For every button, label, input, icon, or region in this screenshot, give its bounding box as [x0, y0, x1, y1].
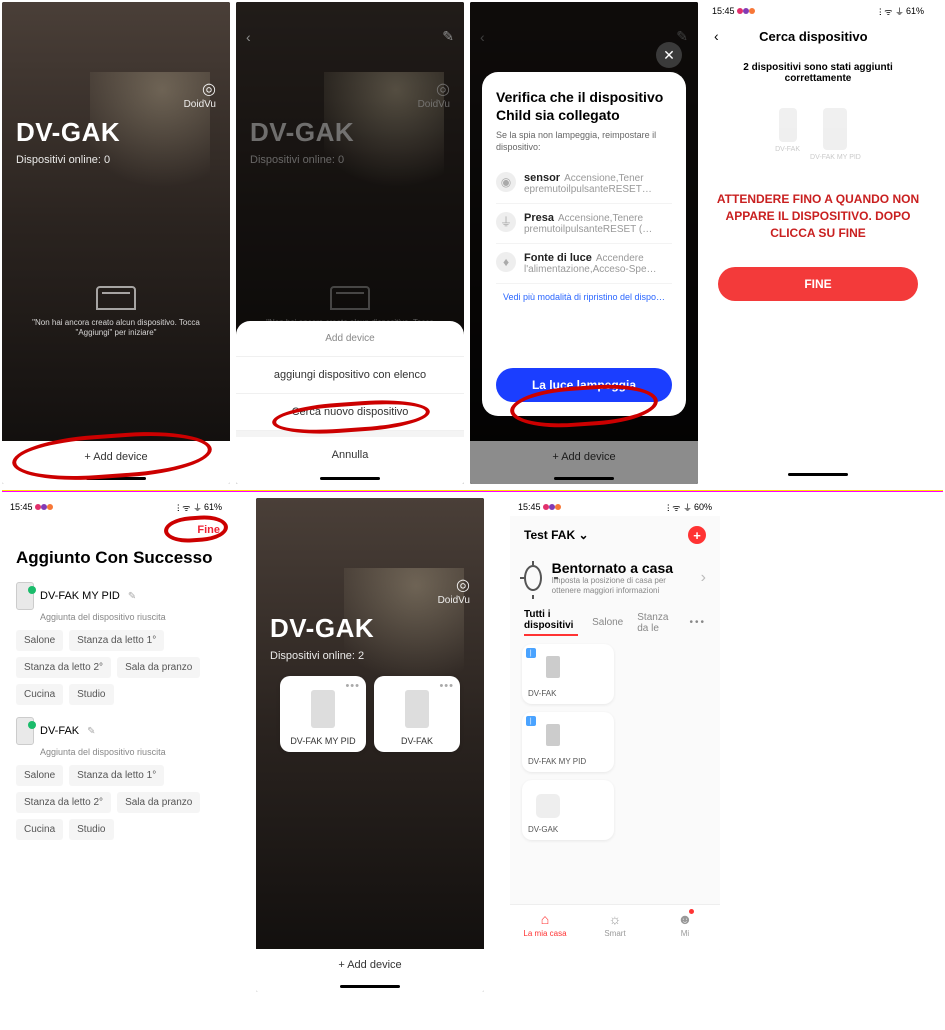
screen-room-populated: 15:45 ⵗ ᯤ ⏚ 61% ‹✎ ◎DoidVu DV-GAK Dispos…	[256, 498, 484, 992]
more-reset-link[interactable]: Vedi più modalità di ripristino del disp…	[496, 292, 672, 302]
screen-added-success: 15:45 ⵗ ᯤ ⏚ 61% Fine Aggiunto Con Succes…	[2, 498, 230, 960]
nav-home[interactable]: ⌂La mia casa	[510, 905, 580, 950]
room-title: DV-GAK	[16, 117, 216, 148]
found-devices: DV-FAK DV-FAK MY PID	[704, 108, 932, 161]
room-tag[interactable]: Salone	[16, 630, 63, 651]
add-device-button[interactable]: + Add device	[256, 949, 484, 981]
device-name: DV-FAK MY PID	[40, 590, 120, 602]
tab-all[interactable]: Tutti i dispositivi	[524, 609, 578, 636]
device-label: DV-FAK	[380, 736, 454, 746]
device-entry: DV-FAK MY PID ✎ Aggiunta del dispositivo …	[2, 576, 230, 711]
home-device-card[interactable]: ∣DV-FAK MY PID	[522, 712, 614, 772]
sheet-option-search[interactable]: Cerca nuovo dispositivo	[236, 394, 464, 431]
nav-profile[interactable]: ☻Mi	[650, 905, 720, 950]
room-tag[interactable]: Cucina	[16, 819, 63, 840]
device-label: DV-FAK MY PID	[286, 736, 360, 746]
tab-room[interactable]: Salone	[592, 617, 623, 628]
device-status: Aggiunta del dispositivo riuscita	[40, 747, 216, 757]
room-tag[interactable]: Stanza da letto 1°	[69, 765, 164, 786]
device-image	[311, 690, 335, 728]
room-tag[interactable]: Stanza da letto 2°	[16, 792, 111, 813]
verify-modal: Verifica che il dispositivo Child sia co…	[482, 72, 686, 416]
home-device-card[interactable]: DV-GAK	[522, 780, 614, 840]
reset-option-plug[interactable]: ⏚PresaAccensione,Tenere premutoilpulsant…	[496, 204, 672, 244]
screen-search-device: 15:45 ⵗ ᯤ ⏚ 61% ‹ Cerca dispositivo 2 di…	[704, 2, 932, 484]
edit-icon[interactable]: ✎	[128, 591, 136, 602]
sheet-option-list[interactable]: aggiungi dispositivo con elenco	[236, 357, 464, 394]
device-thumb	[16, 717, 34, 745]
device-entry: DV-FAK ✎ Aggiunta del dispositivo riuscit…	[2, 711, 230, 846]
sun-icon: ☼	[580, 911, 650, 927]
success-heading: Aggiunto Con Successo	[2, 544, 230, 576]
edit-icon[interactable]: ✎	[87, 726, 95, 737]
nav-smart[interactable]: ☼Smart	[580, 905, 650, 950]
screen-add-sheet: 15:45 ⵗ ᯤ ⏚ 61% ‹✎ ◎DoidVu DV-GAK Dispos…	[236, 2, 464, 484]
bulb-icon: ♦	[496, 252, 516, 272]
plug-icon: ⏚	[496, 212, 516, 232]
weather-icon	[524, 565, 542, 591]
brand-logo: ◎DoidVu	[184, 79, 216, 110]
empty-illustration	[96, 286, 136, 310]
room-tag[interactable]: Stanza da letto 1°	[69, 630, 164, 651]
modal-title: Verifica che il dispositivo Child sia co…	[496, 88, 672, 124]
online-count: Dispositivi online: 0	[16, 154, 216, 166]
sheet-cancel[interactable]: Annulla	[236, 431, 464, 473]
home-icon: ⌂	[510, 911, 580, 927]
add-device-button[interactable]: + Add device	[2, 441, 230, 473]
more-icon[interactable]: •••	[439, 680, 454, 692]
bottom-nav: ⌂La mia casa ☼Smart ☻Mi	[510, 904, 720, 950]
welcome-title: Bentornato a casa	[552, 560, 691, 576]
tab-room[interactable]: Stanza da le	[637, 612, 675, 634]
home-selector[interactable]: Test FAK ⌄	[524, 528, 589, 542]
chevron-right-icon[interactable]: ›	[701, 569, 706, 587]
add-button[interactable]: +	[688, 526, 706, 544]
user-icon: ☻	[650, 911, 720, 927]
fine-button[interactable]: FINE	[718, 267, 918, 301]
fine-link[interactable]: Fine	[197, 524, 220, 536]
room-tag[interactable]: Studio	[69, 819, 113, 840]
room-tag[interactable]: Cucina	[16, 684, 63, 705]
room-tag[interactable]: Salone	[16, 765, 63, 786]
room-tag[interactable]: Stanza da letto 2°	[16, 657, 111, 678]
close-icon[interactable]: ✕	[656, 42, 682, 68]
page-title: Cerca dispositivo	[719, 29, 908, 44]
sheet-title: Add device	[236, 321, 464, 357]
home-device-card[interactable]: ∣DV-FAK	[522, 644, 614, 704]
screen-room-empty: 15:44 ⵗ ᯤ ⏚ 61% ‹ ✎ ◎DoidVu DV-GAK Dispo…	[2, 2, 230, 484]
room-tabs: Tutti i dispositivi Salone Stanza da le …	[510, 605, 720, 644]
wait-instruction: ATTENDERE FINO A QUANDO NON APPARE IL DI…	[716, 191, 920, 241]
device-card[interactable]: ••• DV-FAK	[374, 676, 460, 752]
device-name: DV-FAK	[40, 725, 79, 737]
online-count: Dispositivi online: 2	[270, 650, 470, 662]
device-status: Aggiunta del dispositivo riuscita	[40, 612, 216, 622]
added-success-text: 2 dispositivi sono stati aggiunti corret…	[712, 62, 924, 84]
room-tag[interactable]: Sala da pranzo	[117, 792, 200, 813]
more-icon[interactable]: •••	[345, 680, 360, 692]
screen-verify-modal: 15:45 ⵗ ᯤ ⏚ 61% ‹✎ ✕ Verifica che il dis…	[470, 2, 698, 484]
modal-subtitle: Se la spia non lampeggia, reimpostare il…	[496, 130, 672, 153]
device-card[interactable]: ••• DV-FAK MY PID	[280, 676, 366, 752]
more-tabs-icon[interactable]: •••	[689, 617, 706, 628]
chevron-down-icon: ⌄	[578, 528, 588, 542]
action-sheet: Add device aggiungi dispositivo con elen…	[236, 321, 464, 484]
device-thumb	[16, 582, 34, 610]
welcome-subtitle: Imposta la posizione di casa per ottener…	[552, 576, 691, 595]
light-blinking-button[interactable]: La luce lampeggia	[496, 368, 672, 402]
screen-home: 15:45 ⵗ ᯤ ⏚ 60% Test FAK ⌄ + Bentornato …	[510, 498, 720, 950]
device-image	[405, 690, 429, 728]
room-tag[interactable]: Studio	[69, 684, 113, 705]
empty-text: "Non hai ancora creato alcun dispositivo…	[26, 318, 206, 339]
sensor-icon: ◉	[496, 172, 516, 192]
reset-option-light[interactable]: ♦Fonte di luceAccendere l'alimentazione,…	[496, 244, 672, 284]
room-tag[interactable]: Sala da pranzo	[117, 657, 200, 678]
reset-option-sensor[interactable]: ◉sensorAccensione,Tener epremutoilpulsan…	[496, 164, 672, 204]
